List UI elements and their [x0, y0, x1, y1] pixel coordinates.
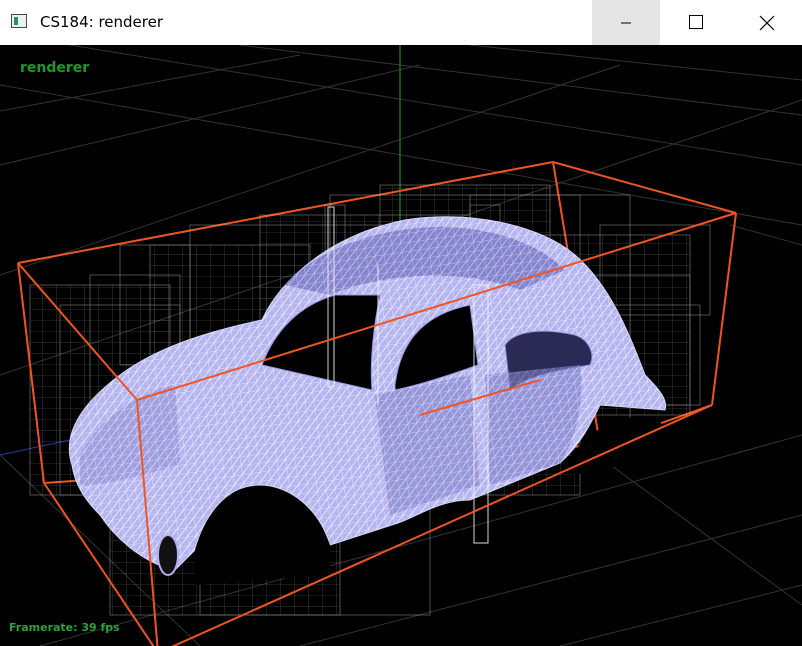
maximize-button[interactable]	[661, 0, 729, 45]
title-bar[interactable]: CS184: renderer	[0, 0, 802, 45]
maximize-icon	[689, 15, 703, 29]
app-window: CS184: renderer renderer Framerate: 39 f…	[0, 0, 802, 646]
minimize-button[interactable]	[592, 0, 660, 45]
minimize-icon	[621, 22, 631, 24]
close-icon	[759, 15, 775, 31]
framerate-readout: Framerate: 39 fps	[9, 621, 120, 634]
renderer-label: renderer	[20, 60, 90, 76]
render-viewport[interactable]: renderer Framerate: 39 fps	[0, 45, 802, 646]
close-button[interactable]	[730, 0, 802, 45]
scene-canvas[interactable]	[0, 45, 802, 646]
headlight	[157, 534, 179, 576]
app-icon	[11, 14, 27, 28]
window-title: CS184: renderer	[40, 13, 164, 31]
